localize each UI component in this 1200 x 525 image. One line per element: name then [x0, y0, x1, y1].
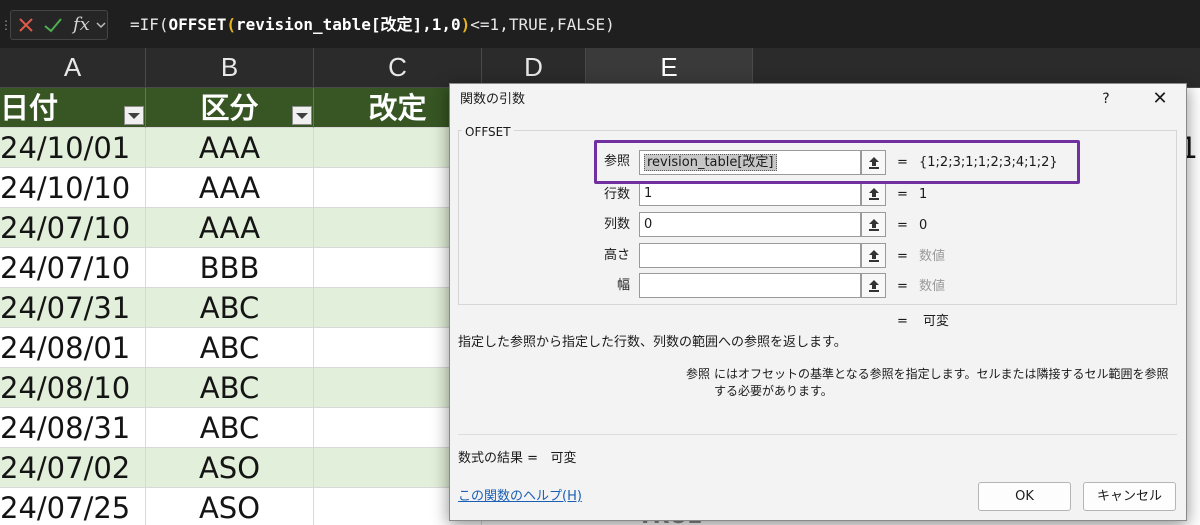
table-cell-date[interactable]: 24/07/25: [0, 488, 146, 525]
help-button[interactable]: ?: [1094, 87, 1118, 111]
collapse-dialog-button[interactable]: [861, 273, 886, 298]
table-cell-date[interactable]: 24/08/10: [0, 368, 146, 408]
table-header-date[interactable]: 日付: [0, 88, 146, 128]
table-header-date-label: 日付: [0, 91, 59, 125]
function-description: 指定した参照から指定した行数、列数の範囲への参照を返します。: [458, 335, 847, 350]
function-help-link[interactable]: この関数のヘルプ(H): [458, 486, 582, 508]
formula-function: OFFSET: [168, 15, 227, 34]
close-icon[interactable]: [17, 15, 35, 35]
arg-equals: =: [897, 218, 908, 233]
arg-result-rows: 1: [919, 187, 928, 202]
formula-paren-open: (: [226, 15, 236, 34]
filter-dropdown-icon[interactable]: [292, 106, 312, 125]
formula-paren-close: ): [460, 15, 471, 34]
check-icon[interactable]: [43, 15, 63, 35]
table-cell-category[interactable]: AAA: [146, 208, 314, 248]
table-cell-category[interactable]: ASO: [146, 488, 314, 525]
arg-result-cols: 0: [919, 218, 928, 233]
function-result-equals: =: [897, 314, 908, 329]
table-cell-date[interactable]: 24/07/10: [0, 248, 146, 288]
formula-argument: revision_table[改定],1,0: [235, 15, 461, 34]
arg-equals: =: [897, 187, 908, 202]
dialog-title: 関数の引数: [460, 92, 526, 107]
arg-label-width: 幅: [616, 278, 630, 293]
cancel-button[interactable]: キャンセル: [1083, 482, 1176, 511]
arg-equals: =: [897, 279, 908, 294]
arg-result-height: 数値: [919, 249, 946, 264]
arg-input-reference-value: revision_table[改定]: [644, 154, 777, 171]
table-cell-date[interactable]: 24/10/01: [0, 128, 146, 168]
table-cell-date[interactable]: 24/07/02: [0, 448, 146, 488]
column-header-b[interactable]: B: [146, 48, 314, 88]
arg-equals: =: [897, 249, 908, 264]
column-header-c[interactable]: C: [314, 48, 482, 88]
arg-input-rows[interactable]: 1: [639, 181, 861, 206]
column-header-e[interactable]: E: [586, 48, 753, 88]
arg-equals: =: [897, 155, 908, 170]
chevron-down-icon[interactable]: [95, 17, 107, 33]
close-button[interactable]: ✕: [1146, 87, 1174, 111]
arg-input-width[interactable]: [639, 273, 861, 298]
grip-icon: ⋮: [0, 18, 12, 32]
table-cell-category[interactable]: BBB: [146, 248, 314, 288]
column-header-blank: [753, 48, 1200, 88]
table-cell-category[interactable]: ABC: [146, 328, 314, 368]
dialog-divider: [458, 434, 1177, 435]
formula-result-label: 数式の結果 =: [458, 451, 539, 466]
ok-button[interactable]: OK: [978, 482, 1071, 511]
parameter-name: 参照: [685, 367, 710, 381]
column-header-a[interactable]: A: [0, 48, 146, 88]
insert-function-button[interactable]: fx: [73, 13, 95, 37]
formula-prefix: =IF(: [130, 15, 169, 34]
filter-dropdown-icon[interactable]: [124, 106, 144, 125]
table-header-revision-label: 改定: [368, 91, 427, 125]
table-cell-date[interactable]: 24/07/10: [0, 208, 146, 248]
collapse-dialog-button[interactable]: [861, 243, 886, 268]
table-cell-category[interactable]: ASO: [146, 448, 314, 488]
arg-result-width: 数値: [919, 279, 946, 294]
arg-label-cols: 列数: [603, 217, 630, 232]
function-arguments-dialog: 関数の引数 ? ✕ OFFSET 参照 revision_table[改定] =…: [449, 83, 1187, 521]
formula-input[interactable]: =IF(OFFSET(revision_table[改定],1,0)<=1,TR…: [130, 12, 615, 38]
arg-label-reference: 参照: [603, 154, 630, 169]
table-cell-date[interactable]: 24/07/31: [0, 288, 146, 328]
parameter-description: にはオフセットの基準となる参照を指定します。セルまたは隣接するセル範囲を参照する…: [714, 367, 1169, 398]
table-cell-category[interactable]: AAA: [146, 168, 314, 208]
arg-input-cols[interactable]: 0: [639, 212, 861, 237]
formula-bar: ⋮ fx =IF(OFFSET(revision_table[改定],1,0)<…: [0, 0, 1200, 48]
table-cell-date[interactable]: 24/08/31: [0, 408, 146, 448]
collapse-dialog-button[interactable]: [861, 181, 886, 206]
formula-bar-buttons: fx: [10, 10, 108, 40]
table-header-category-label: 区分: [200, 91, 259, 125]
formula-result-value: 可変: [550, 451, 577, 466]
function-result-value: 可変: [923, 314, 950, 329]
function-name-label: OFFSET: [462, 124, 514, 140]
table-cell-date[interactable]: 24/10/10: [0, 168, 146, 208]
arg-input-height[interactable]: [639, 243, 861, 268]
table-cell-date[interactable]: 24/08/01: [0, 328, 146, 368]
column-header-d[interactable]: D: [482, 48, 586, 88]
table-cell-category[interactable]: ABC: [146, 288, 314, 328]
arg-label-height: 高さ: [603, 248, 630, 263]
table-cell-category[interactable]: AAA: [146, 128, 314, 168]
formula-result: 数式の結果 = 可変: [458, 448, 576, 470]
formula-suffix: <=1,TRUE,FALSE): [470, 15, 615, 34]
collapse-dialog-button[interactable]: [861, 150, 886, 175]
arg-label-rows: 行数: [603, 187, 630, 202]
table-header-category[interactable]: 区分: [146, 88, 314, 128]
collapse-dialog-button[interactable]: [861, 212, 886, 237]
arg-input-reference[interactable]: revision_table[改定]: [639, 150, 861, 175]
table-cell-category[interactable]: ABC: [146, 408, 314, 448]
arg-result-reference: {1;2;3;1;1;2;3;4;1;2}: [919, 155, 1058, 170]
table-cell-category[interactable]: ABC: [146, 368, 314, 408]
